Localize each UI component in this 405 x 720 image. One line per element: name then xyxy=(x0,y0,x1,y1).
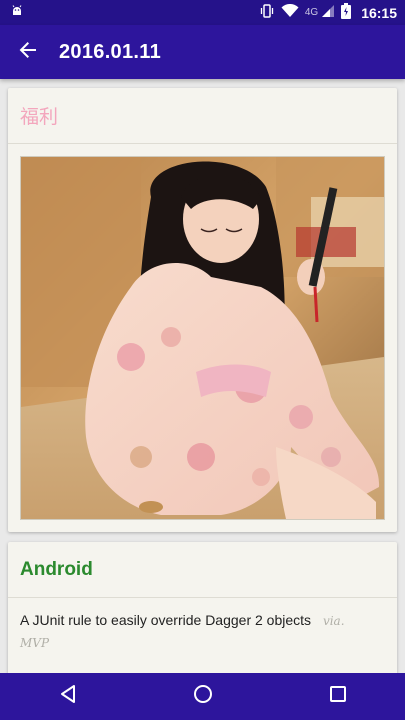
category-title: Android xyxy=(8,542,397,598)
category-card-welfare: 福利 xyxy=(8,88,397,532)
android-debug-icon xyxy=(10,4,24,21)
photo-illustration xyxy=(21,157,384,519)
content-scroll-area[interactable]: 福利 Android A JUnit rule to easily overri… xyxy=(0,79,405,673)
category-card-android: Android A JUnit rule to easily override … xyxy=(8,542,397,673)
status-time: 16:15 xyxy=(361,4,397,21)
post-via-label: via. xyxy=(322,614,345,628)
list-item[interactable]: A JUnit rule to easily override Dagger 2… xyxy=(8,598,397,666)
battery-icon xyxy=(341,3,352,22)
system-nav-bar xyxy=(0,673,405,720)
vibrate-icon xyxy=(259,4,275,21)
status-bar: 4G 16:15 xyxy=(0,0,405,25)
nav-back-button[interactable] xyxy=(38,677,98,717)
home-circle-icon xyxy=(193,684,213,709)
post-title-link[interactable]: A JUnit rule to easily override Dagger 2… xyxy=(20,612,311,628)
category-title: 福利 xyxy=(8,88,397,144)
recents-square-icon xyxy=(329,685,347,708)
page-title: 2016.01.11 xyxy=(59,40,161,63)
app-bar: 2016.01.11 xyxy=(0,25,405,79)
welfare-photo[interactable] xyxy=(20,156,385,520)
back-button[interactable] xyxy=(8,32,48,72)
nav-home-button[interactable] xyxy=(173,677,233,717)
arrow-left-icon xyxy=(18,40,38,65)
network-type-label: 4G xyxy=(304,7,319,18)
post-author: MVP xyxy=(20,636,50,650)
signal-icon xyxy=(321,4,335,21)
back-triangle-icon xyxy=(59,684,77,709)
wifi-icon xyxy=(281,3,299,21)
nav-recents-button[interactable] xyxy=(308,677,368,717)
